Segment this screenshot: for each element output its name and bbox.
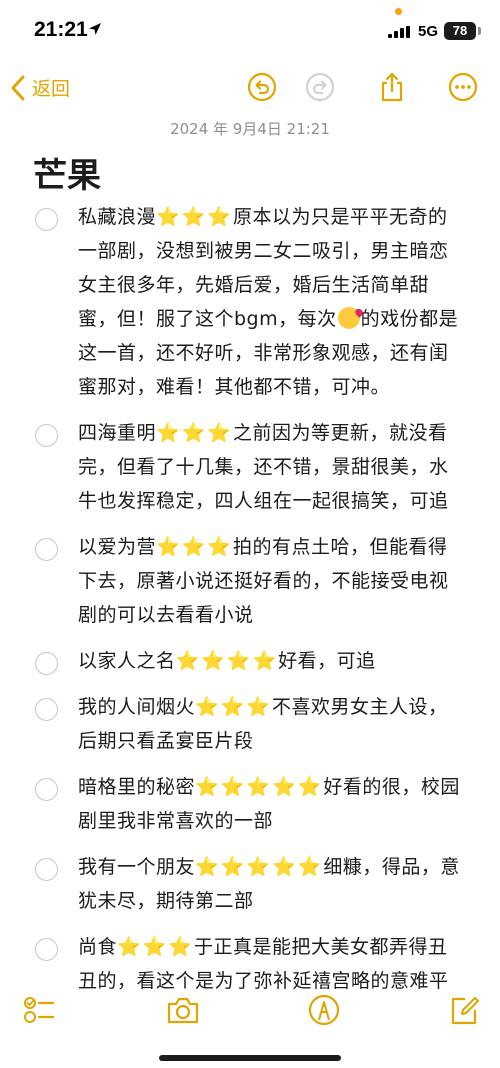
privacy-indicator xyxy=(395,8,402,15)
checklist-item[interactable]: 四海重明⭐⭐⭐之前因为等更新，就没看完，但看了十几集，还不错，景甜很美，水牛也发… xyxy=(0,416,500,518)
drama-name: 以家人之名 xyxy=(78,650,176,672)
drama-name: 我有一个朋友 xyxy=(78,856,196,878)
checkbox[interactable] xyxy=(35,208,58,231)
nav-bar: 返回 xyxy=(0,62,500,114)
checklist-item[interactable]: 私藏浪漫⭐⭐⭐原本以为只是平平无奇的一部剧，没想到被男二女二吸引，男主暗恋女主很… xyxy=(0,200,500,404)
checklist-icon[interactable] xyxy=(22,993,56,1027)
redo-icon[interactable] xyxy=(304,71,336,103)
star-rating: ⭐⭐⭐⭐⭐ xyxy=(195,776,324,798)
checkbox[interactable] xyxy=(35,938,58,961)
note-date: 2024 年 9月4日 21:21 xyxy=(170,120,330,138)
drama-name: 暗格里的秘密 xyxy=(78,776,196,798)
checklist-item[interactable]: 以家人之名⭐⭐⭐⭐好看，可追 xyxy=(0,644,500,678)
chevron-left-icon xyxy=(11,75,25,100)
cellular-signal-icon xyxy=(388,26,410,38)
undo-icon[interactable] xyxy=(246,71,278,103)
home-indicator[interactable] xyxy=(159,1055,341,1061)
item-comment: 好看，可追 xyxy=(278,650,376,672)
kissing-face-emoji-icon xyxy=(337,307,360,329)
location-arrow-icon xyxy=(89,23,101,35)
battery-cap xyxy=(478,27,481,35)
share-icon[interactable] xyxy=(376,71,408,103)
checklist-item-text[interactable]: 我有一个朋友⭐⭐⭐⭐⭐细糠，得品，意犹未尽，期待第二部 xyxy=(78,850,462,918)
bottom-toolbar xyxy=(0,985,500,1037)
camera-icon[interactable] xyxy=(165,993,201,1027)
checkbox[interactable] xyxy=(35,698,58,721)
checklist-item-text[interactable]: 暗格里的秘密⭐⭐⭐⭐⭐好看的很，校园剧里我非常喜欢的一部 xyxy=(78,770,462,838)
star-rating: ⭐⭐⭐ xyxy=(156,206,233,228)
star-rating: ⭐⭐⭐ xyxy=(117,936,194,958)
checklist-item[interactable]: 暗格里的秘密⭐⭐⭐⭐⭐好看的很，校园剧里我非常喜欢的一部 xyxy=(0,770,500,838)
checkbox[interactable] xyxy=(35,858,58,881)
network-type: 5G xyxy=(418,23,439,40)
checklist-item[interactable]: 我的人间烟火⭐⭐⭐不喜欢男女主人设，后期只看孟宴臣片段 xyxy=(0,690,500,758)
checkbox[interactable] xyxy=(35,652,58,675)
drama-name: 我的人间烟火 xyxy=(78,696,196,718)
checkbox[interactable] xyxy=(35,778,58,801)
checklist-item-text[interactable]: 四海重明⭐⭐⭐之前因为等更新，就没看完，但看了十几集，还不错，景甜很美，水牛也发… xyxy=(78,416,462,518)
status-bar: 21:21 5G 78 xyxy=(0,0,500,62)
back-label: 返回 xyxy=(32,78,71,100)
status-time: 21:21 xyxy=(34,18,88,41)
checklist-item-text[interactable]: 我的人间烟火⭐⭐⭐不喜欢男女主人设，后期只看孟宴臣片段 xyxy=(78,690,462,758)
drama-name: 四海重明 xyxy=(78,422,157,444)
drama-name: 私藏浪漫 xyxy=(78,206,157,228)
checklist-item[interactable]: 我有一个朋友⭐⭐⭐⭐⭐细糠，得品，意犹未尽，期待第二部 xyxy=(0,850,500,918)
drama-name: 以爱为营 xyxy=(78,536,157,558)
star-rating: ⭐⭐⭐ xyxy=(156,422,233,444)
checklist-item-text[interactable]: 以家人之名⭐⭐⭐⭐好看，可追 xyxy=(78,644,462,678)
star-rating: ⭐⭐⭐ xyxy=(156,536,233,558)
drama-name: 尚食 xyxy=(78,936,118,958)
back-button[interactable]: 返回 xyxy=(10,74,70,101)
more-options-icon[interactable] xyxy=(447,71,479,103)
note-title[interactable]: 芒果 xyxy=(33,148,101,197)
star-rating: ⭐⭐⭐⭐ xyxy=(175,650,279,672)
checklist: 私藏浪漫⭐⭐⭐原本以为只是平平无奇的一部剧，没想到被男二女二吸引，男主暗恋女主很… xyxy=(0,200,500,1010)
checkbox[interactable] xyxy=(35,424,58,447)
battery-icon: 78 xyxy=(444,22,476,40)
star-rating: ⭐⭐⭐⭐⭐ xyxy=(195,856,324,878)
checklist-item[interactable]: 以爱为营⭐⭐⭐拍的有点土哈，但能看得下去，原著小说还挺好看的，不能接受电视剧的可… xyxy=(0,530,500,632)
star-rating: ⭐⭐⭐ xyxy=(195,696,272,718)
compose-icon[interactable] xyxy=(448,993,480,1027)
checklist-item-text[interactable]: 以爱为营⭐⭐⭐拍的有点土哈，但能看得下去，原著小说还挺好看的，不能接受电视剧的可… xyxy=(78,530,462,632)
checkbox[interactable] xyxy=(35,538,58,561)
markup-icon[interactable] xyxy=(307,993,341,1027)
checklist-item-text[interactable]: 私藏浪漫⭐⭐⭐原本以为只是平平无奇的一部剧，没想到被男二女二吸引，男主暗恋女主很… xyxy=(78,200,462,404)
